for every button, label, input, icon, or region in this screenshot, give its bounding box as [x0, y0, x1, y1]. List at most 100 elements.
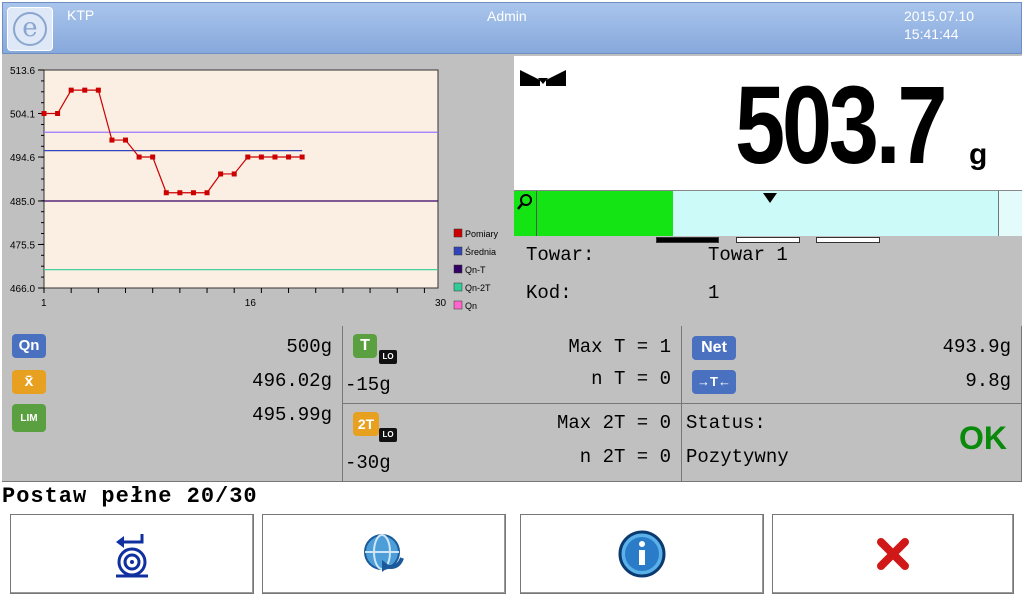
net-stats-cell: Net 493.9g →T← 9.8g [682, 326, 1022, 404]
legend-label: Qn-T [465, 265, 486, 275]
legend-swatch [453, 246, 463, 256]
bar-pointer-icon [763, 193, 777, 203]
max-t: Max T = 1 [568, 336, 671, 358]
mean-badge-icon: x̄ [12, 370, 46, 394]
cancel-icon [877, 538, 909, 570]
bar-range [673, 191, 998, 236]
bar-end [998, 191, 1022, 236]
plot-area [43, 69, 439, 289]
segment-indicator [736, 237, 800, 243]
data-point [258, 154, 264, 160]
cancel-button[interactable] [772, 514, 1014, 594]
status-cell: Status: Pozytywny OK [682, 404, 1022, 482]
kod-value: 1 [708, 282, 720, 304]
data-point [55, 111, 61, 117]
n-t: n T = 0 [591, 368, 671, 390]
y-tick-label: 466.0 [10, 284, 35, 295]
towar-value: Towar 1 [708, 244, 788, 266]
prompt-message: Postaw pełne 20/30 [2, 482, 1022, 512]
legend-swatch [453, 228, 463, 238]
info-button[interactable] [520, 514, 764, 594]
data-point [123, 137, 129, 143]
y-tick-label: 513.6 [10, 66, 35, 77]
2t-stats-cell: 2T LO -30g Max 2T = 0 n 2T = 0 [343, 404, 682, 482]
data-point [245, 154, 251, 160]
towar-label: Towar: [526, 244, 595, 266]
status-result: OK [959, 420, 1007, 456]
legend-swatch [453, 282, 463, 292]
x-tick-label: 1 [41, 298, 47, 309]
status-text: Pozytywny [686, 446, 789, 468]
data-point [272, 154, 278, 160]
data-point [190, 190, 196, 196]
segment-indicator [816, 237, 880, 243]
refresh-icon [364, 534, 404, 572]
x-tick-label: 16 [245, 298, 257, 309]
tare-value: 9.8g [965, 370, 1011, 392]
n-2t: n 2T = 0 [579, 446, 671, 468]
tare-badge-icon: →T← [692, 370, 736, 394]
data-point [218, 171, 224, 177]
x-tick-label: 30 [435, 298, 447, 309]
bar-fill [514, 191, 673, 236]
stable-indicator-icon [520, 70, 566, 86]
chart-panel: 513.6 504.1 494.6 485.0 475.5 466.0 1 16 30 Pomia… [2, 54, 512, 326]
qn-value: 500g [286, 336, 332, 358]
y-tick-label: 494.6 [10, 153, 35, 164]
refresh-button[interactable] [262, 514, 506, 594]
legend-label: Średnia [465, 246, 496, 257]
lim-badge-icon: LIM [12, 404, 46, 432]
weight-value: 503.7 [734, 64, 948, 187]
status-label: Status: [686, 412, 766, 434]
user-label: Admin [487, 8, 527, 24]
bar-divider [536, 191, 537, 236]
legend-label: Pomiary [465, 229, 499, 239]
segment-indicator [656, 237, 719, 243]
qn-stats-cell: Qn 500g x̄ 496.02g LIM 495.99g [2, 326, 343, 482]
y-tick-label: 504.1 [10, 110, 35, 121]
legend-label: Qn [465, 301, 477, 311]
weight-panel: 503.7 g Towar: Towar 1 Kod: 1 [512, 54, 1022, 326]
lim-value: 495.99g [252, 404, 332, 426]
data-point [136, 154, 142, 160]
logo-icon[interactable]: e [7, 7, 53, 51]
net-badge-icon: Net [692, 336, 736, 360]
data-point [150, 154, 156, 160]
data-point [163, 190, 169, 196]
control-chart: 513.6 504.1 494.6 485.0 475.5 466.0 1 16 30 Pomia… [10, 66, 499, 311]
data-point [95, 87, 101, 93]
lo-icon: LO [379, 350, 397, 364]
info-icon [618, 530, 666, 578]
t-badge-icon: T [353, 334, 377, 358]
date-label: 2015.07.10 [904, 8, 975, 24]
data-point [109, 137, 115, 143]
y-tick-label: 475.5 [10, 240, 35, 251]
weight-display: 503.7 g [514, 56, 1022, 190]
data-point [299, 154, 305, 160]
lo-icon: LO [379, 428, 397, 442]
data-point [204, 190, 210, 196]
time-label: 15:41:44 [904, 26, 959, 42]
t-value: -15g [345, 374, 391, 396]
zoom-icon[interactable] [516, 193, 534, 211]
tare-zero-icon [116, 534, 148, 578]
data-point [177, 190, 183, 196]
2t-badge-icon: 2T [353, 412, 379, 436]
2t-value: -30g [345, 452, 391, 474]
tare-zero-button[interactable] [10, 514, 254, 594]
legend-swatch [453, 264, 463, 274]
legend-swatch [453, 300, 463, 310]
data-point [68, 87, 74, 93]
weight-unit: g [969, 138, 988, 171]
net-value: 493.9g [942, 336, 1011, 358]
data-point [286, 154, 292, 160]
qn-badge-icon: Qn [12, 334, 46, 358]
legend-label: Qn-2T [465, 283, 491, 293]
title-bar: e KTP Admin 2015.07.10 15:41:44 [2, 2, 1022, 54]
app-label: KTP [67, 7, 95, 23]
threshold-bar [514, 190, 1022, 236]
data-point [231, 171, 237, 177]
data-point [41, 111, 47, 117]
data-point [82, 87, 88, 93]
max-2t: Max 2T = 0 [556, 412, 671, 434]
